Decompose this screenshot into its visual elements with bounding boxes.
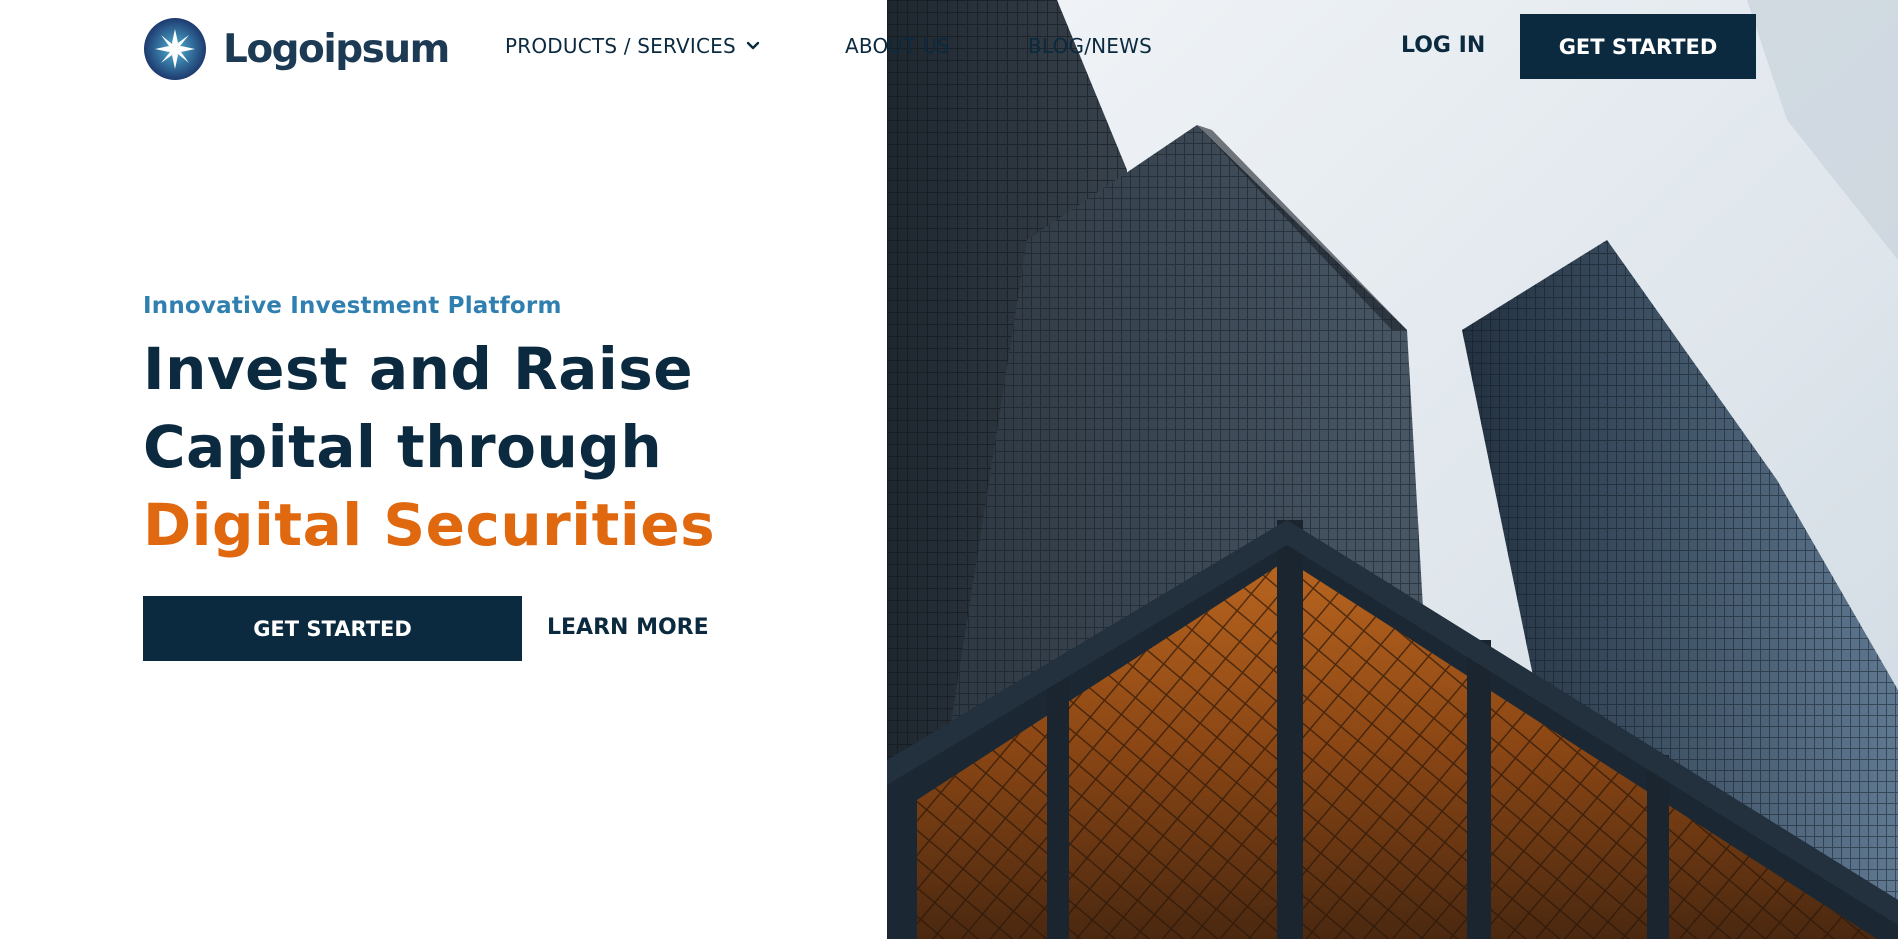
headline-accent: Digital Securities (143, 491, 716, 559)
logo-text: Logoipsum (223, 26, 450, 72)
logo[interactable]: Logoipsum (143, 17, 450, 81)
header-get-started-button[interactable]: GET STARTED (1520, 14, 1756, 79)
hero-headline: Invest and Raise Capital through Digital… (143, 330, 883, 564)
logo-mark-icon (144, 18, 206, 80)
nav-about-us[interactable]: ABOUT US (845, 34, 950, 58)
hero-image (887, 0, 1898, 939)
hero-get-started-button[interactable]: GET STARTED (143, 596, 522, 661)
nav-blog-news[interactable]: BLOG/NEWS (1028, 34, 1152, 58)
nav-products-label: PRODUCTS / SERVICES (505, 34, 736, 58)
hero-eyebrow: Innovative Investment Platform (143, 293, 562, 319)
skyscrapers-illustration (887, 0, 1898, 939)
learn-more-link[interactable]: LEARN MORE (547, 614, 709, 642)
login-link[interactable]: LOG IN (1401, 34, 1485, 58)
chevron-down-icon (746, 41, 760, 50)
headline-line-1: Invest and Raise (143, 335, 694, 403)
headline-line-2: Capital through (143, 413, 663, 481)
nav-products-services[interactable]: PRODUCTS / SERVICES (505, 34, 760, 58)
